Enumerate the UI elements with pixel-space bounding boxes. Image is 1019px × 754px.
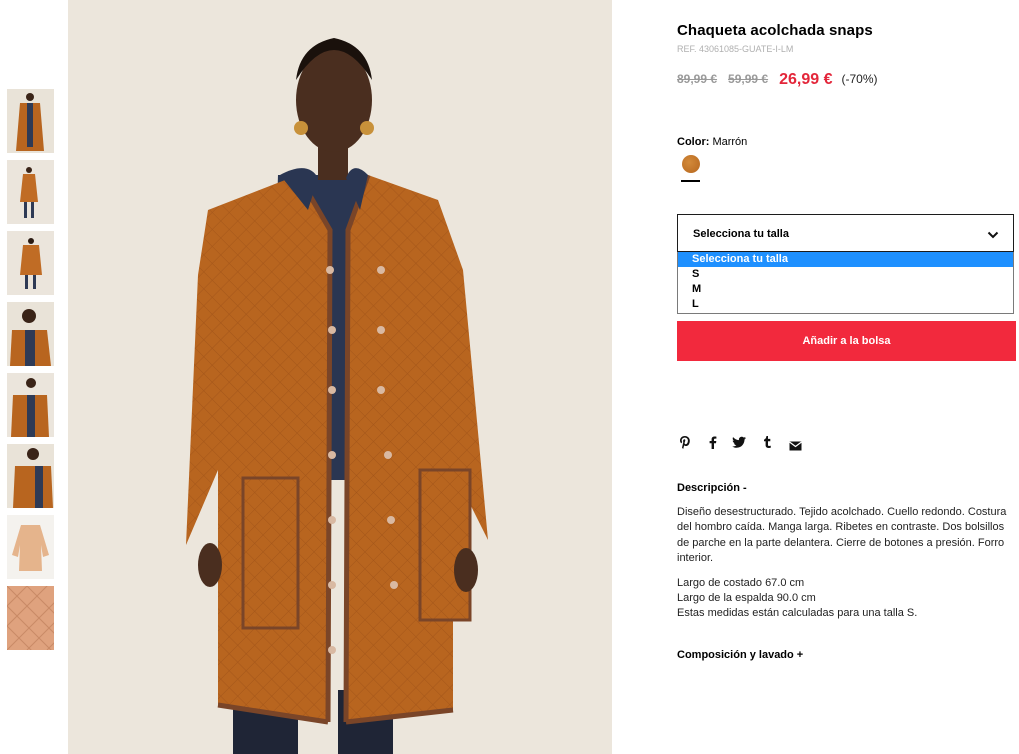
thumbnail-5[interactable] bbox=[7, 373, 54, 437]
previous-price: 59,99 € bbox=[728, 72, 769, 86]
swatch-selected-indicator bbox=[681, 180, 700, 182]
add-to-bag-button[interactable]: Añadir a la bolsa bbox=[677, 321, 1016, 361]
original-price: 89,99 € bbox=[677, 72, 718, 86]
size-option-s[interactable]: S bbox=[678, 267, 1013, 282]
thumbnail-image bbox=[7, 89, 54, 153]
sale-price: 26,99 € bbox=[779, 71, 833, 88]
description-heading[interactable]: Descripción - bbox=[677, 482, 747, 494]
thumbnail-image bbox=[7, 231, 54, 295]
composition-care-toggle[interactable]: Composición y lavado + bbox=[677, 649, 803, 661]
thumbnail-image bbox=[7, 444, 54, 508]
size-option-placeholder[interactable]: Selecciona tu talla bbox=[678, 252, 1013, 267]
thumbnail-image bbox=[7, 160, 54, 224]
pinterest-icon[interactable] bbox=[679, 435, 691, 455]
color-label-row: Color: Marrón bbox=[677, 136, 747, 148]
twitter-icon[interactable] bbox=[732, 436, 747, 454]
measure-back-length: Largo de la espalda 90.0 cm bbox=[677, 592, 816, 605]
product-title: Chaqueta acolchada snaps bbox=[677, 22, 873, 39]
measure-side-length: Largo de costado 67.0 cm bbox=[677, 576, 805, 589]
email-icon[interactable] bbox=[789, 438, 802, 456]
thumbnail-1[interactable] bbox=[7, 89, 54, 153]
thumbnail-image bbox=[7, 586, 54, 650]
description-body: Diseño desestructurado. Tejido acolchado… bbox=[677, 505, 1017, 622]
discount-badge: (-70%) bbox=[841, 72, 878, 86]
thumbnail-3[interactable] bbox=[7, 231, 54, 295]
thumbnail-8[interactable] bbox=[7, 586, 54, 650]
price-row: 89,99 € 59,99 € 26,99 € (-70%) bbox=[677, 70, 878, 92]
size-options-list: Selecciona tu talla S M L bbox=[677, 252, 1014, 314]
thumbnail-image bbox=[7, 515, 54, 579]
thumbnail-2[interactable] bbox=[7, 160, 54, 224]
product-reference: REF. 43061085-GUATE-I-LM bbox=[677, 44, 794, 54]
thumbnail-list bbox=[7, 89, 54, 657]
chevron-down-icon bbox=[987, 227, 999, 245]
size-option-l[interactable]: L bbox=[678, 297, 1013, 312]
facebook-icon[interactable] bbox=[708, 435, 717, 455]
thumbnail-image bbox=[7, 373, 54, 437]
size-select-value: Selecciona tu talla bbox=[693, 228, 789, 240]
thumbnail-6[interactable] bbox=[7, 444, 54, 508]
tumblr-icon[interactable] bbox=[763, 435, 772, 454]
thumbnail-7[interactable] bbox=[7, 515, 54, 579]
color-value: Marrón bbox=[712, 136, 748, 148]
size-option-m[interactable]: M bbox=[678, 282, 1013, 297]
model-photo bbox=[68, 0, 612, 754]
thumbnail-4[interactable] bbox=[7, 302, 54, 366]
measure-note: Estas medidas están calculadas para una … bbox=[677, 607, 918, 620]
description-paragraph: Diseño desestructurado. Tejido acolchado… bbox=[677, 506, 1007, 565]
thumbnail-image bbox=[7, 302, 54, 366]
main-product-image bbox=[68, 0, 612, 754]
size-select[interactable]: Selecciona tu talla bbox=[677, 214, 1014, 252]
color-swatch-marron[interactable] bbox=[682, 155, 700, 173]
color-label: Color: bbox=[677, 136, 710, 148]
